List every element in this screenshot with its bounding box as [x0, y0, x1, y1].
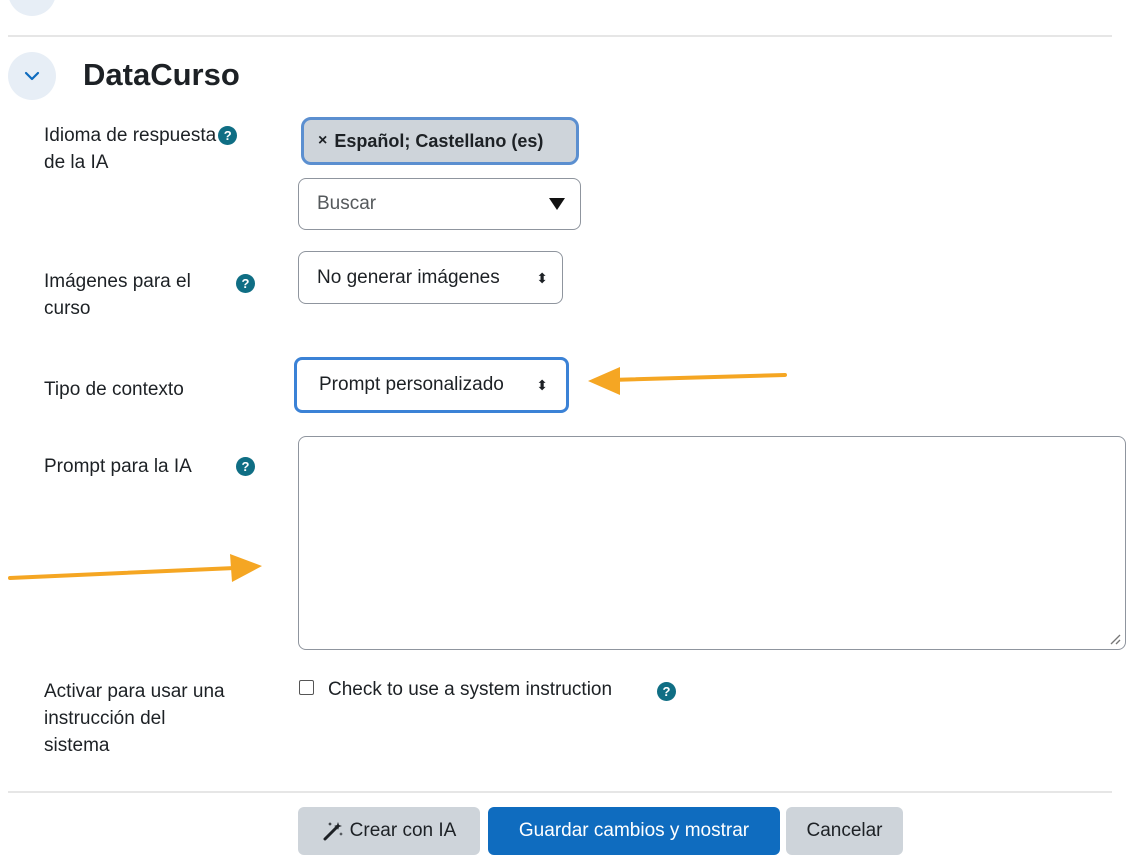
language-field-label: Idioma de respuesta? de la IA — [44, 122, 284, 176]
annotation-arrow-icon — [588, 367, 787, 395]
help-icon[interactable]: ? — [657, 682, 676, 701]
search-placeholder: Buscar — [317, 193, 377, 214]
prompt-textarea[interactable] — [298, 436, 1126, 650]
system-instruction-label: Activar para usar una instrucción del si… — [44, 681, 225, 756]
help-icon[interactable]: ? — [236, 457, 255, 476]
chevron-down-icon — [24, 71, 40, 81]
section-title: DataCurso — [83, 57, 240, 92]
context-type-label: Tipo de contexto — [44, 379, 184, 400]
sort-arrows-icon: ⬍ — [536, 377, 548, 393]
form-footer-divider — [8, 791, 1112, 793]
context-type-select[interactable]: Prompt personalizado ⬍ — [294, 357, 569, 413]
selected-language-chip[interactable]: × Español; Castellano (es) — [301, 117, 579, 165]
cancel-button[interactable]: Cancelar — [786, 807, 903, 855]
section-collapse-button[interactable] — [8, 52, 56, 100]
dropdown-arrow-icon[interactable] — [548, 197, 566, 211]
section-divider — [8, 35, 1112, 37]
help-icon[interactable]: ? — [218, 126, 238, 146]
system-instruction-checkbox-label[interactable]: Check to use a system instruction — [328, 676, 612, 703]
help-icon[interactable]: ? — [236, 274, 255, 293]
previous-section-toggle[interactable] — [8, 0, 56, 16]
images-select[interactable]: No generar imágenes ⬍ — [298, 251, 563, 304]
language-search-input[interactable]: Buscar — [298, 178, 581, 230]
magic-wand-icon — [323, 822, 343, 841]
remove-icon[interactable]: × — [318, 132, 327, 150]
prompt-field-label: Prompt para la IA — [44, 456, 192, 477]
annotation-arrow-icon — [8, 554, 262, 582]
create-with-ai-button[interactable]: Crear con IA — [298, 807, 480, 855]
save-and-show-button[interactable]: Guardar cambios y mostrar — [488, 807, 780, 855]
resize-handle-icon[interactable] — [1108, 632, 1122, 646]
sort-arrows-icon: ⬍ — [536, 269, 548, 286]
system-instruction-checkbox[interactable] — [299, 680, 314, 695]
